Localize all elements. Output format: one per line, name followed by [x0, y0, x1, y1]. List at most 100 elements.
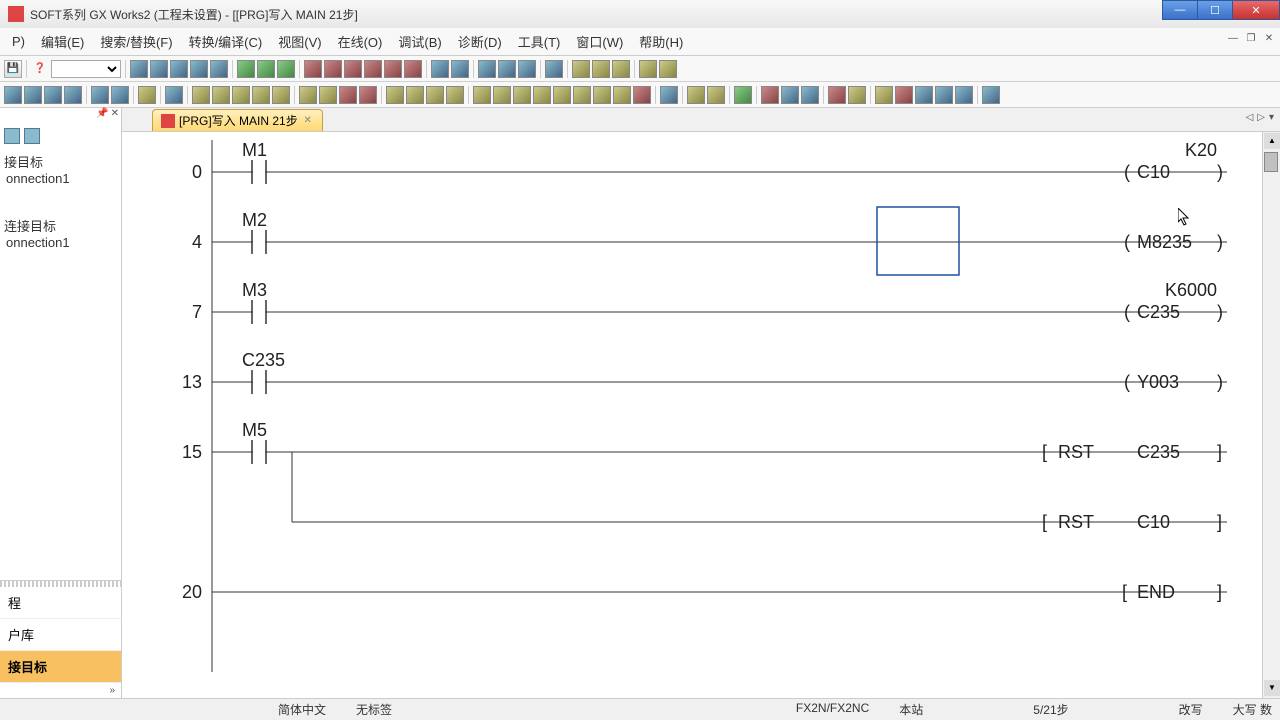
tool-icon[interactable]: [451, 60, 469, 78]
ladder-tool-icon[interactable]: [513, 86, 531, 104]
mdi-close-button[interactable]: ✕: [1262, 32, 1276, 46]
tool-icon[interactable]: [639, 60, 657, 78]
tool-icon[interactable]: [498, 60, 516, 78]
tree-icon[interactable]: [4, 128, 20, 144]
ladder-tool-icon[interactable]: [64, 86, 82, 104]
ladder-tool-icon[interactable]: [633, 86, 651, 104]
sidebar-tab-program[interactable]: 程: [0, 587, 121, 619]
ladder-tool-icon[interactable]: [781, 86, 799, 104]
ladder-canvas[interactable]: 0M1(C10)K204M2(M8235)7M3(C235)K600013C23…: [122, 132, 1280, 698]
ladder-tool-icon[interactable]: [613, 86, 631, 104]
ladder-tool-icon[interactable]: [111, 86, 129, 104]
menu-search[interactable]: 搜索/替换(F): [92, 28, 180, 55]
ladder-tool-icon[interactable]: [935, 86, 953, 104]
scroll-up-icon[interactable]: ▲: [1264, 133, 1280, 149]
tool-icon[interactable]: [344, 60, 362, 78]
sidebar-close-icon[interactable]: ✕: [111, 108, 119, 124]
ladder-tool-icon[interactable]: [319, 86, 337, 104]
ladder-tool-icon[interactable]: [734, 86, 752, 104]
tool-icon[interactable]: [592, 60, 610, 78]
contact-nc-icon[interactable]: [212, 86, 230, 104]
ladder-tool-icon[interactable]: [707, 86, 725, 104]
ladder-tool-icon[interactable]: [138, 86, 156, 104]
menu-online[interactable]: 在线(O): [330, 28, 391, 55]
ladder-tool-icon[interactable]: [593, 86, 611, 104]
sidebar-value[interactable]: onnection1: [6, 235, 117, 250]
tool-icon[interactable]: [384, 60, 402, 78]
ladder-tool-icon[interactable]: [955, 86, 973, 104]
tab-menu-icon[interactable]: ▾: [1269, 112, 1274, 123]
help-icon[interactable]: ❓: [31, 60, 49, 78]
ladder-tool-icon[interactable]: [44, 86, 62, 104]
contact-no-icon[interactable]: [192, 86, 210, 104]
ladder-tool-icon[interactable]: [553, 86, 571, 104]
ladder-tool-icon[interactable]: [426, 86, 444, 104]
tool-icon[interactable]: [257, 60, 275, 78]
tool-icon[interactable]: [659, 60, 677, 78]
ladder-tool-icon[interactable]: [801, 86, 819, 104]
mdi-minimize-button[interactable]: —: [1226, 32, 1240, 46]
ladder-tool-icon[interactable]: [687, 86, 705, 104]
scroll-thumb[interactable]: [1264, 152, 1278, 172]
tool-icon[interactable]: [304, 60, 322, 78]
ladder-tool-icon[interactable]: [299, 86, 317, 104]
tool-icon[interactable]: [572, 60, 590, 78]
ladder-tool-icon[interactable]: [848, 86, 866, 104]
cut-icon[interactable]: [130, 60, 148, 78]
tool-icon[interactable]: [277, 60, 295, 78]
sidebar-tab-connection[interactable]: 接目标: [0, 651, 121, 683]
copy-icon[interactable]: [150, 60, 168, 78]
toolbar-combo[interactable]: [51, 60, 121, 78]
ladder-tool-icon[interactable]: [24, 86, 42, 104]
ladder-tool-icon[interactable]: [473, 86, 491, 104]
ladder-tool-icon[interactable]: [339, 86, 357, 104]
close-button[interactable]: ✕: [1232, 0, 1280, 20]
minimize-button[interactable]: —: [1162, 0, 1198, 20]
menu-help[interactable]: 帮助(H): [631, 28, 691, 55]
sidebar-tab-userlib[interactable]: 户库: [0, 619, 121, 651]
ladder-tool-icon[interactable]: [406, 86, 424, 104]
tab-next-icon[interactable]: ▷: [1257, 112, 1265, 123]
ladder-tool-icon[interactable]: [359, 86, 377, 104]
tool-icon[interactable]: [518, 60, 536, 78]
ladder-tool-icon[interactable]: [4, 86, 22, 104]
ladder-tool-icon[interactable]: [91, 86, 109, 104]
menu-view[interactable]: 视图(V): [270, 28, 329, 55]
contact-n-icon[interactable]: [252, 86, 270, 104]
ladder-tool-icon[interactable]: [446, 86, 464, 104]
mdi-restore-button[interactable]: ❐: [1244, 32, 1258, 46]
sidebar-pin-icon[interactable]: 📌: [96, 108, 108, 124]
menu-diagnose[interactable]: 诊断(D): [450, 28, 510, 55]
ladder-tool-icon[interactable]: [875, 86, 893, 104]
editor-tab-main[interactable]: [PRG]写入 MAIN 21步 ✕: [152, 109, 323, 131]
undo-icon[interactable]: [190, 60, 208, 78]
paste-icon[interactable]: [170, 60, 188, 78]
redo-icon[interactable]: [210, 60, 228, 78]
ladder-tool-icon[interactable]: [573, 86, 591, 104]
ladder-tool-icon[interactable]: [895, 86, 913, 104]
menu-compile[interactable]: 转换/编译(C): [181, 28, 271, 55]
save-icon[interactable]: 💾: [4, 60, 22, 78]
menu-edit[interactable]: 编辑(E): [33, 28, 92, 55]
ladder-tool-icon[interactable]: [493, 86, 511, 104]
ladder-tool-icon[interactable]: [982, 86, 1000, 104]
scroll-down-icon[interactable]: ▼: [1264, 680, 1280, 696]
tree-icon[interactable]: [24, 128, 40, 144]
tool-icon[interactable]: [364, 60, 382, 78]
ladder-tool-icon[interactable]: [165, 86, 183, 104]
vertical-scrollbar[interactable]: ▲ ▼: [1262, 132, 1280, 698]
tab-prev-icon[interactable]: ◁: [1246, 112, 1254, 123]
coil-icon[interactable]: [272, 86, 290, 104]
ladder-tool-icon[interactable]: [761, 86, 779, 104]
ladder-tool-icon[interactable]: [533, 86, 551, 104]
sidebar-value[interactable]: onnection1: [6, 171, 117, 186]
tool-icon[interactable]: [237, 60, 255, 78]
ladder-tool-icon[interactable]: [386, 86, 404, 104]
tool-icon[interactable]: [545, 60, 563, 78]
tool-icon[interactable]: [404, 60, 422, 78]
menu-tools[interactable]: 工具(T): [510, 28, 569, 55]
tool-icon[interactable]: [431, 60, 449, 78]
menu-window[interactable]: 窗口(W): [568, 28, 631, 55]
ladder-tool-icon[interactable]: [828, 86, 846, 104]
tool-icon[interactable]: [612, 60, 630, 78]
